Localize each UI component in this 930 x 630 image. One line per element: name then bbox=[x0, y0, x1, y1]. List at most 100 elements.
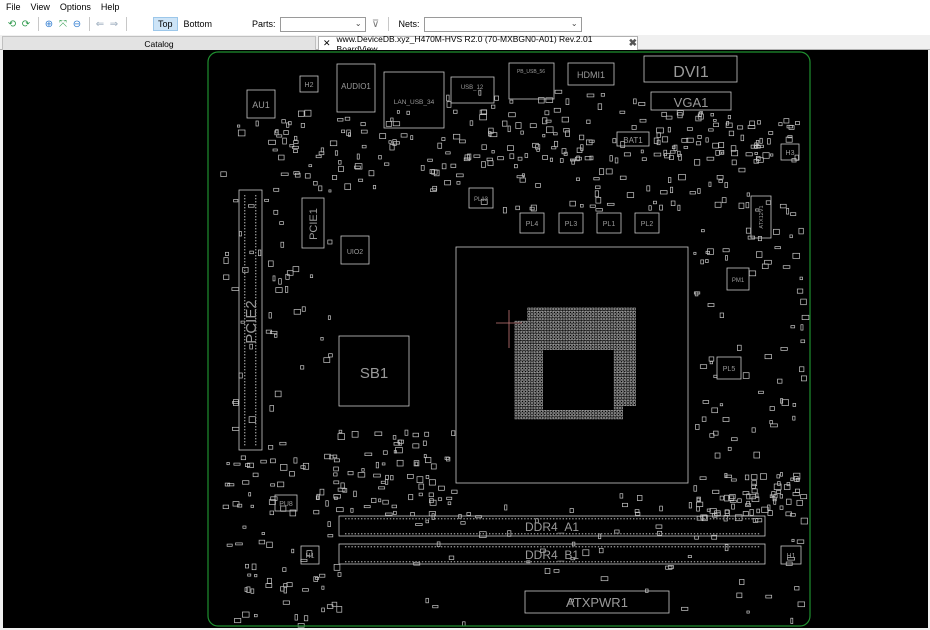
board-canvas[interactable]: DVI1 VGA1 HDMI1 PB_USB_56 USB_12 LAN_USB… bbox=[3, 50, 928, 628]
cpu-land bbox=[613, 409, 617, 413]
dimm-pin bbox=[463, 533, 465, 535]
smd-pad bbox=[225, 251, 229, 256]
nets-combo[interactable]: ⌄ bbox=[423, 16, 582, 32]
zoom-fit-icon[interactable]: ⤧ bbox=[57, 18, 69, 30]
dimm-pin bbox=[645, 561, 648, 563]
rotate-right-icon[interactable]: ⟳ bbox=[20, 18, 32, 30]
smd-pad bbox=[447, 501, 452, 506]
cpu-land bbox=[530, 406, 534, 410]
cpu-land bbox=[620, 330, 623, 334]
smd-pad bbox=[661, 111, 667, 117]
pcie-pin bbox=[255, 213, 257, 215]
bottom-side-button[interactable]: Bottom bbox=[180, 18, 217, 30]
dimm-pin bbox=[722, 546, 724, 548]
dimm-pin bbox=[549, 533, 552, 535]
cpu-land bbox=[524, 403, 527, 407]
cpu-land bbox=[569, 334, 572, 337]
menu-view[interactable]: View bbox=[31, 2, 50, 12]
dimm-pin bbox=[729, 518, 731, 520]
menu-help[interactable]: Help bbox=[101, 2, 120, 12]
smd-pad bbox=[598, 547, 604, 554]
cpu-land bbox=[607, 327, 611, 331]
cpu-land bbox=[623, 367, 627, 370]
pcie-pin bbox=[244, 294, 246, 296]
cpu-land bbox=[626, 334, 630, 337]
cpu-land bbox=[613, 373, 617, 377]
cpu-land bbox=[597, 340, 601, 344]
dimm-pin bbox=[706, 546, 708, 548]
zoom-in-icon[interactable]: ⊕ bbox=[43, 18, 55, 30]
cpu-land bbox=[521, 406, 524, 410]
smd-pad bbox=[737, 344, 742, 351]
dimm-pin bbox=[741, 561, 744, 563]
cpu-land bbox=[517, 324, 521, 327]
back-arrow-icon[interactable]: ⇐ bbox=[94, 18, 106, 30]
cpu-land bbox=[524, 360, 527, 364]
cpu-land bbox=[514, 393, 518, 397]
cpu-land bbox=[629, 314, 633, 317]
dimm-pin bbox=[684, 546, 686, 548]
smd-pad bbox=[693, 485, 698, 492]
smd-pad bbox=[713, 119, 717, 122]
cpu-land bbox=[626, 357, 630, 360]
smd-pad bbox=[600, 576, 609, 582]
cpu-land bbox=[575, 343, 579, 347]
cpu-land bbox=[559, 343, 563, 347]
smd-pad bbox=[487, 160, 494, 166]
dimm-pin bbox=[722, 561, 724, 563]
smd-pad bbox=[670, 186, 674, 194]
clear-filter-icon[interactable]: ⊽ bbox=[370, 18, 382, 30]
pcie-pin bbox=[244, 318, 246, 320]
cpu-land bbox=[594, 307, 598, 311]
label-pl5: PL5 bbox=[723, 366, 736, 373]
pcie-pin bbox=[255, 342, 257, 344]
zoom-out-icon[interactable]: ⊖ bbox=[71, 18, 83, 30]
smd-pad bbox=[699, 364, 708, 369]
cpu-land bbox=[629, 350, 633, 354]
pcie-pin bbox=[255, 204, 257, 206]
smd-pad bbox=[721, 151, 725, 155]
smd-pad bbox=[382, 499, 389, 505]
smd-pad bbox=[712, 142, 719, 149]
smd-pad bbox=[491, 150, 495, 154]
pcie-pin bbox=[244, 405, 246, 407]
smd-pad bbox=[727, 115, 731, 120]
close-tab-icon[interactable]: ✖ bbox=[629, 38, 637, 49]
top-side-button[interactable]: Top bbox=[153, 17, 178, 31]
menu-options[interactable]: Options bbox=[60, 2, 91, 12]
dimm-pin bbox=[751, 533, 753, 535]
cpu-land bbox=[620, 334, 623, 337]
dimm-pin bbox=[389, 546, 392, 548]
parts-combo[interactable]: ⌄ bbox=[279, 16, 366, 32]
smd-pad bbox=[696, 501, 704, 507]
cpu-land bbox=[633, 390, 636, 393]
pcie-pin bbox=[255, 414, 257, 416]
cpu-land bbox=[572, 314, 575, 317]
cpu-land bbox=[527, 400, 531, 403]
cpu-land bbox=[537, 386, 540, 390]
label-h1-right: H1 bbox=[787, 553, 796, 560]
cpu-land bbox=[530, 360, 534, 364]
tab-catalog[interactable]: Catalog bbox=[2, 36, 316, 50]
cpu-land bbox=[533, 413, 537, 416]
dimm-pin bbox=[754, 518, 756, 520]
smd-pad bbox=[242, 525, 247, 529]
smd-pad bbox=[737, 498, 742, 503]
cpu-land bbox=[594, 317, 598, 321]
menu-file[interactable]: File bbox=[6, 2, 21, 12]
cpu-land bbox=[594, 314, 598, 317]
dimm-pin bbox=[709, 533, 712, 535]
smd-pad bbox=[724, 182, 728, 188]
cpu-land bbox=[543, 314, 547, 317]
dimm-pin bbox=[415, 533, 417, 535]
cpu-land bbox=[521, 340, 524, 344]
cpu-land bbox=[607, 307, 611, 311]
tab-boardview[interactable]: ✕ www.DeviceDB.xyz_H470M-HVS R2.0 (70-MX… bbox=[318, 34, 638, 54]
dimm-pin bbox=[543, 561, 545, 563]
rotate-left-icon[interactable]: ⟲ bbox=[6, 18, 18, 30]
dimm-pin bbox=[418, 518, 420, 520]
cpu-land bbox=[521, 400, 524, 403]
cpu-land bbox=[562, 317, 566, 321]
dimm-pin bbox=[505, 561, 507, 563]
forward-arrow-icon[interactable]: ⇒ bbox=[108, 18, 120, 30]
